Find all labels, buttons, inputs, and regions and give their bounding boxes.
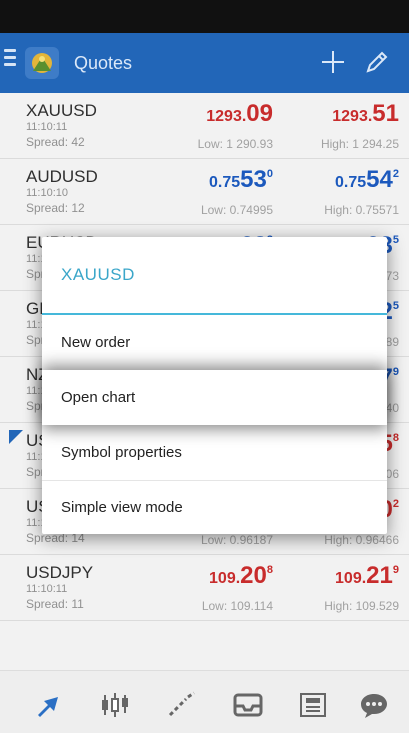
page-title: Quotes xyxy=(74,53,133,73)
trade-icon[interactable] xyxy=(34,691,66,719)
selected-row-marker xyxy=(9,430,23,444)
chat-icon[interactable] xyxy=(358,691,390,719)
edit-icon[interactable] xyxy=(364,49,390,75)
symbol-context-menu: XAUUSD New order Open chart Symbol prope… xyxy=(42,237,387,534)
dialog-title: XAUUSD xyxy=(61,265,135,284)
simple-view-mode-item[interactable]: Simple view mode xyxy=(42,480,387,535)
new-order-item[interactable]: New order xyxy=(42,315,387,370)
chart-candles-icon[interactable] xyxy=(99,691,131,719)
bottom-navigation xyxy=(0,670,409,733)
history-icon[interactable] xyxy=(166,691,198,719)
symbol-properties-item[interactable]: Symbol properties xyxy=(42,425,387,480)
add-symbol-icon[interactable] xyxy=(318,45,348,77)
app-bar: Quotes xyxy=(0,33,409,93)
open-chart-item[interactable]: Open chart xyxy=(42,370,387,425)
status-bar xyxy=(0,0,409,33)
news-icon[interactable] xyxy=(297,691,329,719)
app-logo-icon xyxy=(25,47,59,79)
inbox-icon[interactable] xyxy=(232,691,264,719)
menu-icon[interactable] xyxy=(4,49,16,73)
